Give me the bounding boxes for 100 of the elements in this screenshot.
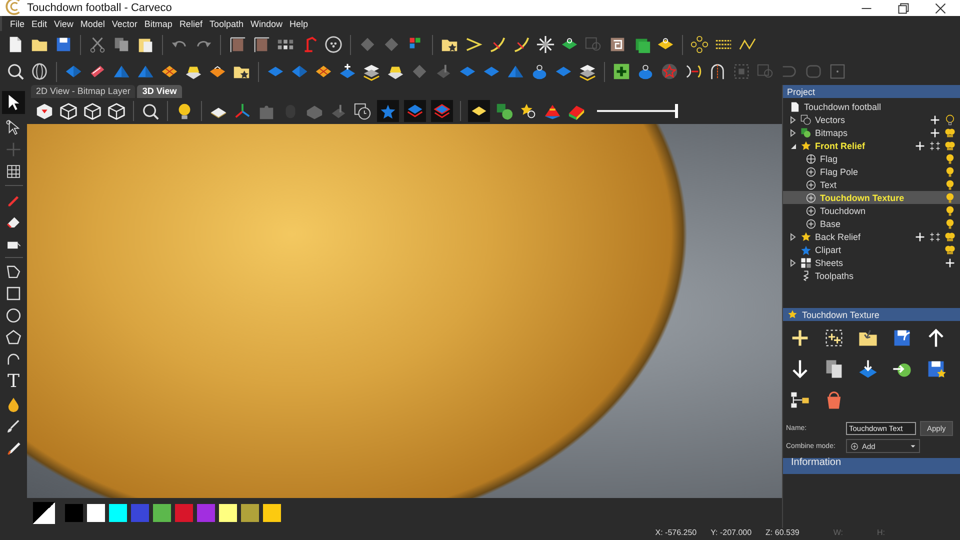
menu-item[interactable]: Model — [80, 18, 105, 28]
pot-icon[interactable] — [530, 62, 549, 81]
plate-plus-icon[interactable] — [338, 62, 357, 81]
resize-icon[interactable] — [228, 35, 247, 54]
arch-icon[interactable] — [708, 62, 727, 81]
zoom-icon[interactable] — [141, 102, 160, 120]
color-swatch[interactable] — [109, 504, 127, 522]
node-pointer-icon[interactable] — [5, 119, 22, 136]
menu-item[interactable]: Edit — [32, 18, 48, 28]
menu-item[interactable]: Window — [250, 18, 282, 28]
menu-item[interactable]: Toolpath — [209, 18, 244, 28]
tree-item[interactable]: Toolpaths — [815, 270, 854, 280]
light-bulbs-icon[interactable] — [944, 140, 956, 152]
dashed-square-icon[interactable] — [732, 62, 751, 81]
light-bulb-outline-icon[interactable] — [944, 114, 956, 126]
copy-icon[interactable] — [112, 35, 131, 54]
color-swatch[interactable] — [263, 504, 281, 522]
star-icon[interactable] — [660, 62, 679, 81]
dropdown-arrow-icon[interactable] — [910, 443, 916, 449]
resize-icon[interactable] — [252, 35, 271, 54]
burst-icon[interactable] — [536, 35, 555, 54]
tree-item[interactable]: Clipart — [815, 244, 842, 254]
tree-item[interactable]: Flag Pole — [820, 166, 858, 176]
menu-item[interactable]: Help — [290, 18, 308, 28]
pointer-icon[interactable] — [2, 91, 25, 114]
eyedropper-icon[interactable] — [5, 440, 22, 457]
light-bulbs-icon[interactable] — [944, 230, 956, 242]
light-bulb-icon[interactable] — [944, 204, 956, 216]
clock-icon[interactable] — [353, 102, 372, 120]
tree-item[interactable]: Text — [820, 180, 837, 190]
light-bulb-icon[interactable] — [944, 218, 956, 230]
pentagon-icon[interactable] — [5, 329, 22, 346]
color-swatch[interactable] — [153, 504, 171, 522]
pot-icon[interactable] — [636, 62, 655, 81]
collapse-arrow-icon[interactable] — [789, 142, 797, 150]
tree-item[interactable]: Base — [820, 218, 841, 228]
view-tab[interactable]: 3D View — [137, 85, 182, 98]
plus-grid-icon[interactable] — [929, 230, 941, 242]
menu-item[interactable]: File — [10, 18, 25, 28]
light-bulb-icon[interactable] — [944, 178, 956, 190]
star-search-icon[interactable] — [519, 102, 538, 120]
tree-item[interactable]: Touchdown Texture — [820, 192, 904, 202]
selected-row[interactable]: Touchdown Texture — [783, 191, 960, 204]
cube-icon[interactable] — [83, 102, 102, 120]
light-bulb-icon[interactable] — [944, 166, 956, 178]
pen-icon[interactable] — [434, 62, 453, 81]
shapes-icon[interactable] — [495, 102, 514, 120]
plate-icon[interactable] — [468, 100, 490, 122]
plus-icon[interactable] — [612, 62, 631, 81]
color-swatches[interactable] — [33, 502, 55, 524]
tree-item[interactable]: Back Relief — [815, 232, 861, 242]
cube-icon[interactable] — [35, 102, 54, 120]
light-bulb-icon[interactable] — [944, 152, 956, 164]
light-bulb-icon[interactable] — [944, 192, 956, 204]
tree-item[interactable]: Flag — [820, 154, 838, 164]
color-swatch[interactable] — [197, 504, 215, 522]
expand-arrow-icon[interactable] — [789, 232, 797, 240]
nodes-icon[interactable] — [690, 35, 709, 54]
ring-icon[interactable] — [324, 35, 343, 54]
scissors-icon[interactable] — [88, 35, 107, 54]
polygon-icon[interactable] — [5, 263, 22, 280]
color-swatch[interactable] — [241, 504, 259, 522]
tree-item[interactable]: Touchdown — [820, 206, 866, 216]
square-center-icon[interactable] — [828, 62, 847, 81]
curve-icon[interactable] — [512, 35, 531, 54]
view-tab[interactable]: 2D View - Bitmap Layer — [31, 85, 136, 98]
circle-icon[interactable] — [5, 307, 22, 324]
tree-item[interactable]: Touchdown football — [804, 102, 882, 112]
color-swatch[interactable] — [131, 504, 149, 522]
tree-item[interactable]: Bitmaps — [815, 128, 848, 138]
axes-icon[interactable] — [233, 102, 252, 120]
menu-item[interactable]: Bitmap — [144, 18, 172, 28]
diamond-icon[interactable] — [382, 35, 401, 54]
color-swatch[interactable] — [219, 504, 237, 522]
color-swatch[interactable] — [65, 504, 83, 522]
tree-item[interactable]: Sheets — [815, 258, 844, 268]
menu-item[interactable]: Relief — [179, 18, 202, 28]
color-swatch[interactable] — [175, 504, 193, 522]
cube-icon[interactable] — [107, 102, 126, 120]
menu-item[interactable]: Vector — [112, 18, 138, 28]
type-tool[interactable]: T — [7, 373, 20, 391]
plus-grid-icon[interactable] — [929, 140, 941, 152]
color-swatch[interactable] — [87, 504, 105, 522]
light-bulbs-icon[interactable] — [944, 244, 956, 256]
expand-arrow-icon[interactable] — [789, 258, 797, 266]
globe-icon[interactable] — [30, 62, 49, 81]
brush-icon[interactable] — [5, 418, 22, 435]
layers-icon[interactable] — [578, 62, 597, 81]
maze-icon[interactable] — [608, 35, 627, 54]
layer-icon[interactable] — [404, 100, 426, 122]
layers-icon[interactable] — [362, 62, 381, 81]
tree-item[interactable]: Vectors — [815, 114, 846, 124]
diamond-icon[interactable] — [410, 62, 429, 81]
zoom-icon[interactable] — [6, 62, 25, 81]
slider-thumb[interactable] — [675, 104, 678, 118]
diamond-icon[interactable] — [358, 35, 377, 54]
grid-icon[interactable] — [5, 163, 22, 180]
layer-import-icon[interactable] — [857, 358, 879, 380]
chevron-icon[interactable] — [464, 35, 483, 54]
dashed-plus-icon[interactable] — [823, 327, 845, 349]
